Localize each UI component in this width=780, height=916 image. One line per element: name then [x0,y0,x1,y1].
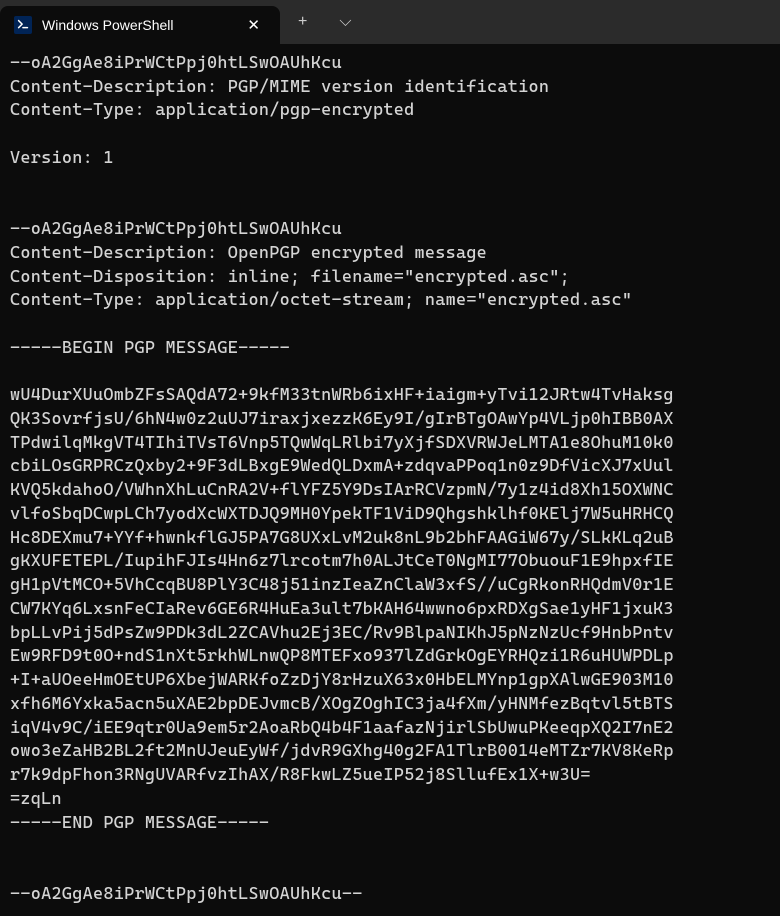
powershell-icon [14,16,32,34]
tab-active[interactable]: Windows PowerShell ✕ [0,6,280,44]
terminal-output[interactable]: --oA2GgAe8iPrWCtPpj0htLSwOAUhKcu Content… [0,44,780,914]
new-tab-button[interactable]: + [290,9,315,35]
close-tab-button[interactable]: ✕ [241,14,266,36]
tab-title: Windows PowerShell [42,17,231,33]
tab-dropdown-button[interactable]: ⌵ [331,9,359,35]
titlebar: Windows PowerShell ✕ + ⌵ [0,0,780,44]
tab-actions: + ⌵ [280,0,369,44]
